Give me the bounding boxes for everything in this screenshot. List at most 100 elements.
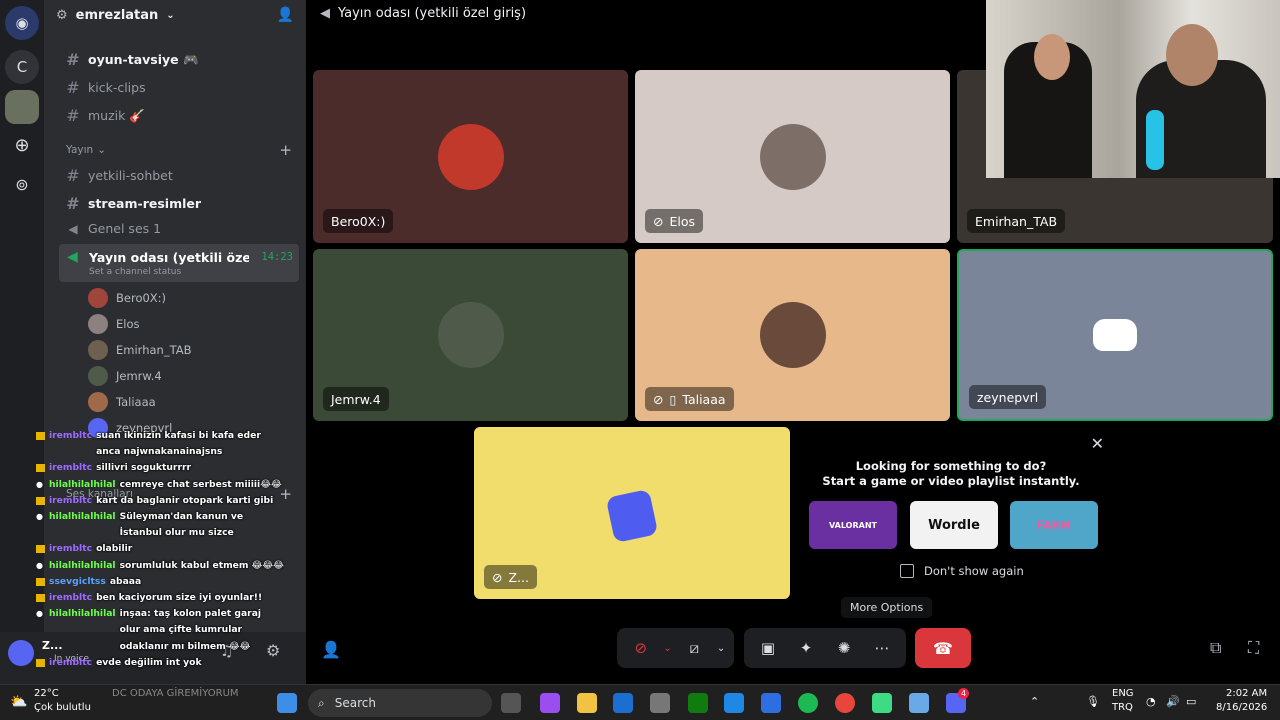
avatar <box>88 314 108 334</box>
weather-icon[interactable]: ⛅ <box>10 694 27 710</box>
more-options-button[interactable]: ⋯ <box>864 632 900 664</box>
chat-message: ssevgicltss abaaa <box>36 574 276 590</box>
category-yayin[interactable]: Yayın ⌄ <box>66 144 106 156</box>
soundboard-button[interactable]: ✺ <box>826 632 862 664</box>
chat-message: irembltc suan ikinizin kafasi bi kafa ede… <box>36 428 276 460</box>
fullscreen-icon[interactable]: ⛶ <box>1248 638 1259 658</box>
settings-app-icon[interactable] <box>909 693 929 713</box>
volume-icon[interactable]: 🔊 <box>1166 695 1180 708</box>
file-explorer-icon[interactable] <box>577 693 597 713</box>
search-box[interactable]: ⌕ Search <box>308 689 492 717</box>
server-header[interactable]: ⚙ emrezlatan ⌄ 👤 <box>44 0 306 30</box>
tray-mic-icon[interactable]: 🎙 <box>1086 695 1100 708</box>
hash-icon: # <box>66 166 80 185</box>
chevron-down-icon[interactable]: ⌄ <box>714 632 728 664</box>
mic-camera-controls: ⊘ ⌄ ⧄ ⌄ <box>617 628 734 668</box>
wifi-icon[interactable]: ◔ <box>1146 695 1156 708</box>
add-server-icon[interactable]: ⊕ <box>5 128 39 162</box>
chat-text: olabilir <box>96 543 133 555</box>
tray-chevron-icon[interactable]: ⌃ <box>1030 695 1039 708</box>
close-icon[interactable]: ✕ <box>1091 434 1104 453</box>
disconnect-button[interactable]: ☎ <box>915 628 971 668</box>
participant-tile[interactable]: ⊘ ▯ Taliaaa <box>635 249 950 421</box>
voice-user[interactable]: Elos⊘ <box>88 314 288 334</box>
camera-off-button[interactable]: ⧄ <box>677 632 713 664</box>
microphone <box>1146 110 1164 170</box>
copilot-icon[interactable] <box>540 693 560 713</box>
windows-start-icon[interactable] <box>277 693 297 713</box>
editor-icon[interactable] <box>761 693 781 713</box>
screen-share-button[interactable]: ▣ <box>750 632 786 664</box>
participant-tile[interactable]: zeynepvrl <box>957 249 1273 421</box>
task-view-icon[interactable] <box>501 693 521 713</box>
chevron-down-icon[interactable]: ⌄ <box>661 632 675 664</box>
chat-message: irembltc sillivri sogukturrrr <box>36 460 276 476</box>
participant-name-tag: zeynepvrl <box>969 385 1047 409</box>
spotify-icon[interactable] <box>798 693 818 713</box>
add-channel-icon[interactable]: + <box>279 141 292 159</box>
add-user-icon[interactable]: 👤 <box>277 7 294 23</box>
participant-tile[interactable]: Jemrw.4 <box>313 249 628 421</box>
search-icon: ⌕ <box>318 695 325 710</box>
chat-message: irembltc ben kaciyorum size iyi oyunlar!! <box>36 590 276 606</box>
voice-user[interactable]: Emirhan_TAB <box>88 340 288 360</box>
server-name: emrezlatan <box>75 7 159 23</box>
participant-name-tag: ⊘ ▯ Taliaaa <box>645 387 734 411</box>
action-controls: ▣ ✦ ✺ ⋯ <box>744 628 906 668</box>
twitch-badge-icon <box>36 496 45 505</box>
mic-muted-button[interactable]: ⊘ <box>623 632 659 664</box>
activities-button[interactable]: ✦ <box>788 632 824 664</box>
channel-stream-resimler[interactable]: # stream-resimler <box>66 194 201 213</box>
chevron-down-icon: ⌄ <box>97 144 107 156</box>
server-avatar-icon[interactable] <box>5 90 39 124</box>
chat-username: irembltc <box>49 494 93 506</box>
home-server-icon[interactable]: ◉ <box>5 6 39 40</box>
avatar[interactable] <box>8 640 34 666</box>
game-card-valorant[interactable]: VALORANT <box>809 501 897 549</box>
checkbox[interactable] <box>900 564 914 578</box>
voice-user[interactable]: Taliaaa⊘ <box>88 392 288 412</box>
invite-icon[interactable]: 👤 <box>321 640 341 659</box>
channel-status[interactable]: Set a channel status <box>89 267 181 277</box>
channel-oyun-tavsiye[interactable]: # oyun-tavsiye 🎮 <box>66 50 198 69</box>
participant-name-tag: ⊘ Elos <box>645 209 704 233</box>
participant-name-tag: Jemrw.4 <box>323 387 389 411</box>
lang-line2[interactable]: TRQ <box>1112 702 1133 713</box>
voice-user[interactable]: Jemrw.4 <box>88 366 288 386</box>
avatar <box>88 366 108 386</box>
twitch-badge-icon <box>36 577 45 586</box>
popout-icon[interactable]: ⧉ <box>1210 638 1221 658</box>
mail-icon[interactable] <box>724 693 744 713</box>
clock-time[interactable]: 2:02 AM <box>1226 688 1267 699</box>
app-icon[interactable] <box>650 693 670 713</box>
mic-muted-icon: ⊘ <box>653 391 664 407</box>
chat-username: irembltc <box>49 656 93 668</box>
voice-user[interactable]: Bero0X:) <box>88 288 288 308</box>
participant-tile[interactable]: ⊘ Elos <box>635 70 950 243</box>
voice-channel-genel[interactable]: ◀ Genel ses 1 <box>66 221 161 236</box>
channel-yetkili-sohbet[interactable]: # yetkili-sohbet <box>66 166 172 185</box>
channel-kick-clips[interactable]: # kick-clips <box>66 78 145 97</box>
twitch-badge-icon <box>36 545 45 554</box>
overlay-text: DC ODAYA GİREMİYORUM <box>112 688 239 699</box>
game-card-farm[interactable]: FARM <box>1010 501 1098 549</box>
dont-show-again[interactable]: Don't show again <box>900 564 1024 578</box>
chrome-icon[interactable] <box>835 693 855 713</box>
speaker-icon: ◀ <box>68 221 78 236</box>
active-voice-channel[interactable]: ◀ Yayın odası (yetkili özel gi... 14:23 … <box>59 244 299 282</box>
server-c[interactable]: C <box>5 50 39 84</box>
hash-icon: # <box>66 78 80 97</box>
channel-muzik[interactable]: # muzik 🎸 <box>66 106 145 125</box>
clock-date[interactable]: 8/16/2026 <box>1216 702 1267 713</box>
activity-tile[interactable]: ⊘ Z... <box>474 427 790 599</box>
game-card-wordle[interactable]: Wordle <box>910 501 998 549</box>
app-green-icon[interactable] <box>872 693 892 713</box>
explore-icon[interactable]: ⊚ <box>5 167 39 201</box>
store-icon[interactable] <box>613 693 633 713</box>
lang-line1[interactable]: ENG <box>1112 688 1134 699</box>
participant-tile[interactable]: Bero0X:) <box>313 70 628 243</box>
kick-badge-icon: ● <box>36 560 43 570</box>
hash-icon: # <box>66 106 80 125</box>
xbox-icon[interactable] <box>688 693 708 713</box>
battery-icon[interactable]: ▭ <box>1186 695 1196 708</box>
